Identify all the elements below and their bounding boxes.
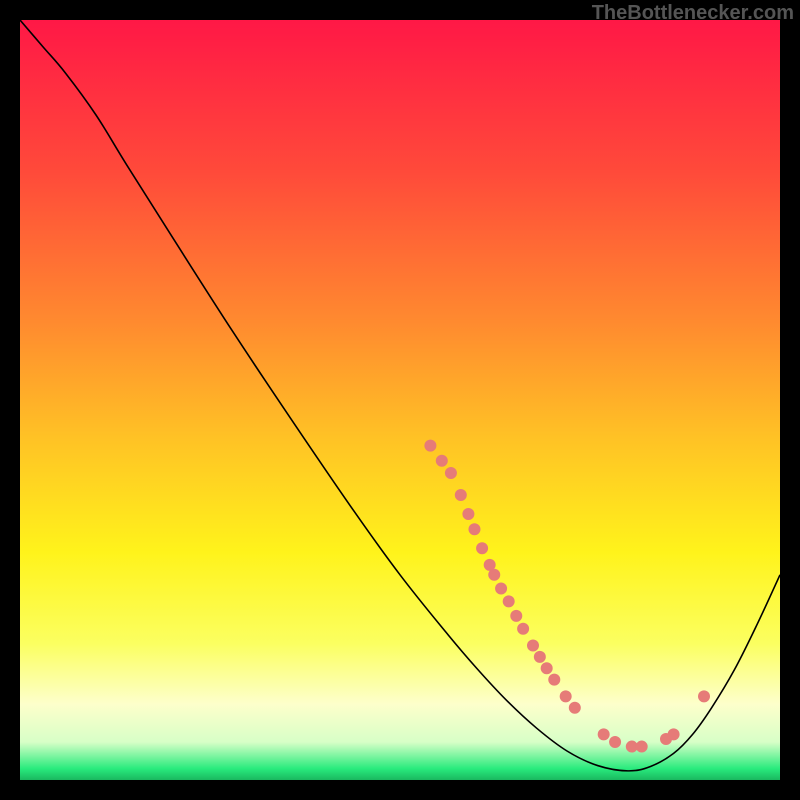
data-point xyxy=(541,662,553,674)
data-point xyxy=(445,467,457,479)
data-point xyxy=(534,651,546,663)
data-point xyxy=(468,523,480,535)
plot-area xyxy=(20,20,780,780)
data-point xyxy=(424,440,436,452)
chart-svg xyxy=(20,20,780,780)
chart-container: TheBottlenecker.com xyxy=(0,0,800,800)
watermark-label: TheBottlenecker.com xyxy=(592,2,794,25)
data-point xyxy=(548,674,560,686)
data-point xyxy=(609,736,621,748)
data-point xyxy=(488,569,500,581)
data-point xyxy=(517,623,529,635)
data-point xyxy=(569,702,581,714)
data-point xyxy=(560,690,572,702)
data-point xyxy=(436,455,448,467)
data-point xyxy=(527,639,539,651)
data-point xyxy=(503,595,515,607)
data-point xyxy=(476,542,488,554)
data-point xyxy=(455,489,467,501)
data-point xyxy=(698,690,710,702)
data-point xyxy=(510,610,522,622)
data-point xyxy=(495,582,507,594)
data-point xyxy=(462,508,474,520)
data-point xyxy=(636,741,648,753)
background-gradient xyxy=(20,20,780,780)
data-point xyxy=(668,728,680,740)
data-point xyxy=(598,728,610,740)
